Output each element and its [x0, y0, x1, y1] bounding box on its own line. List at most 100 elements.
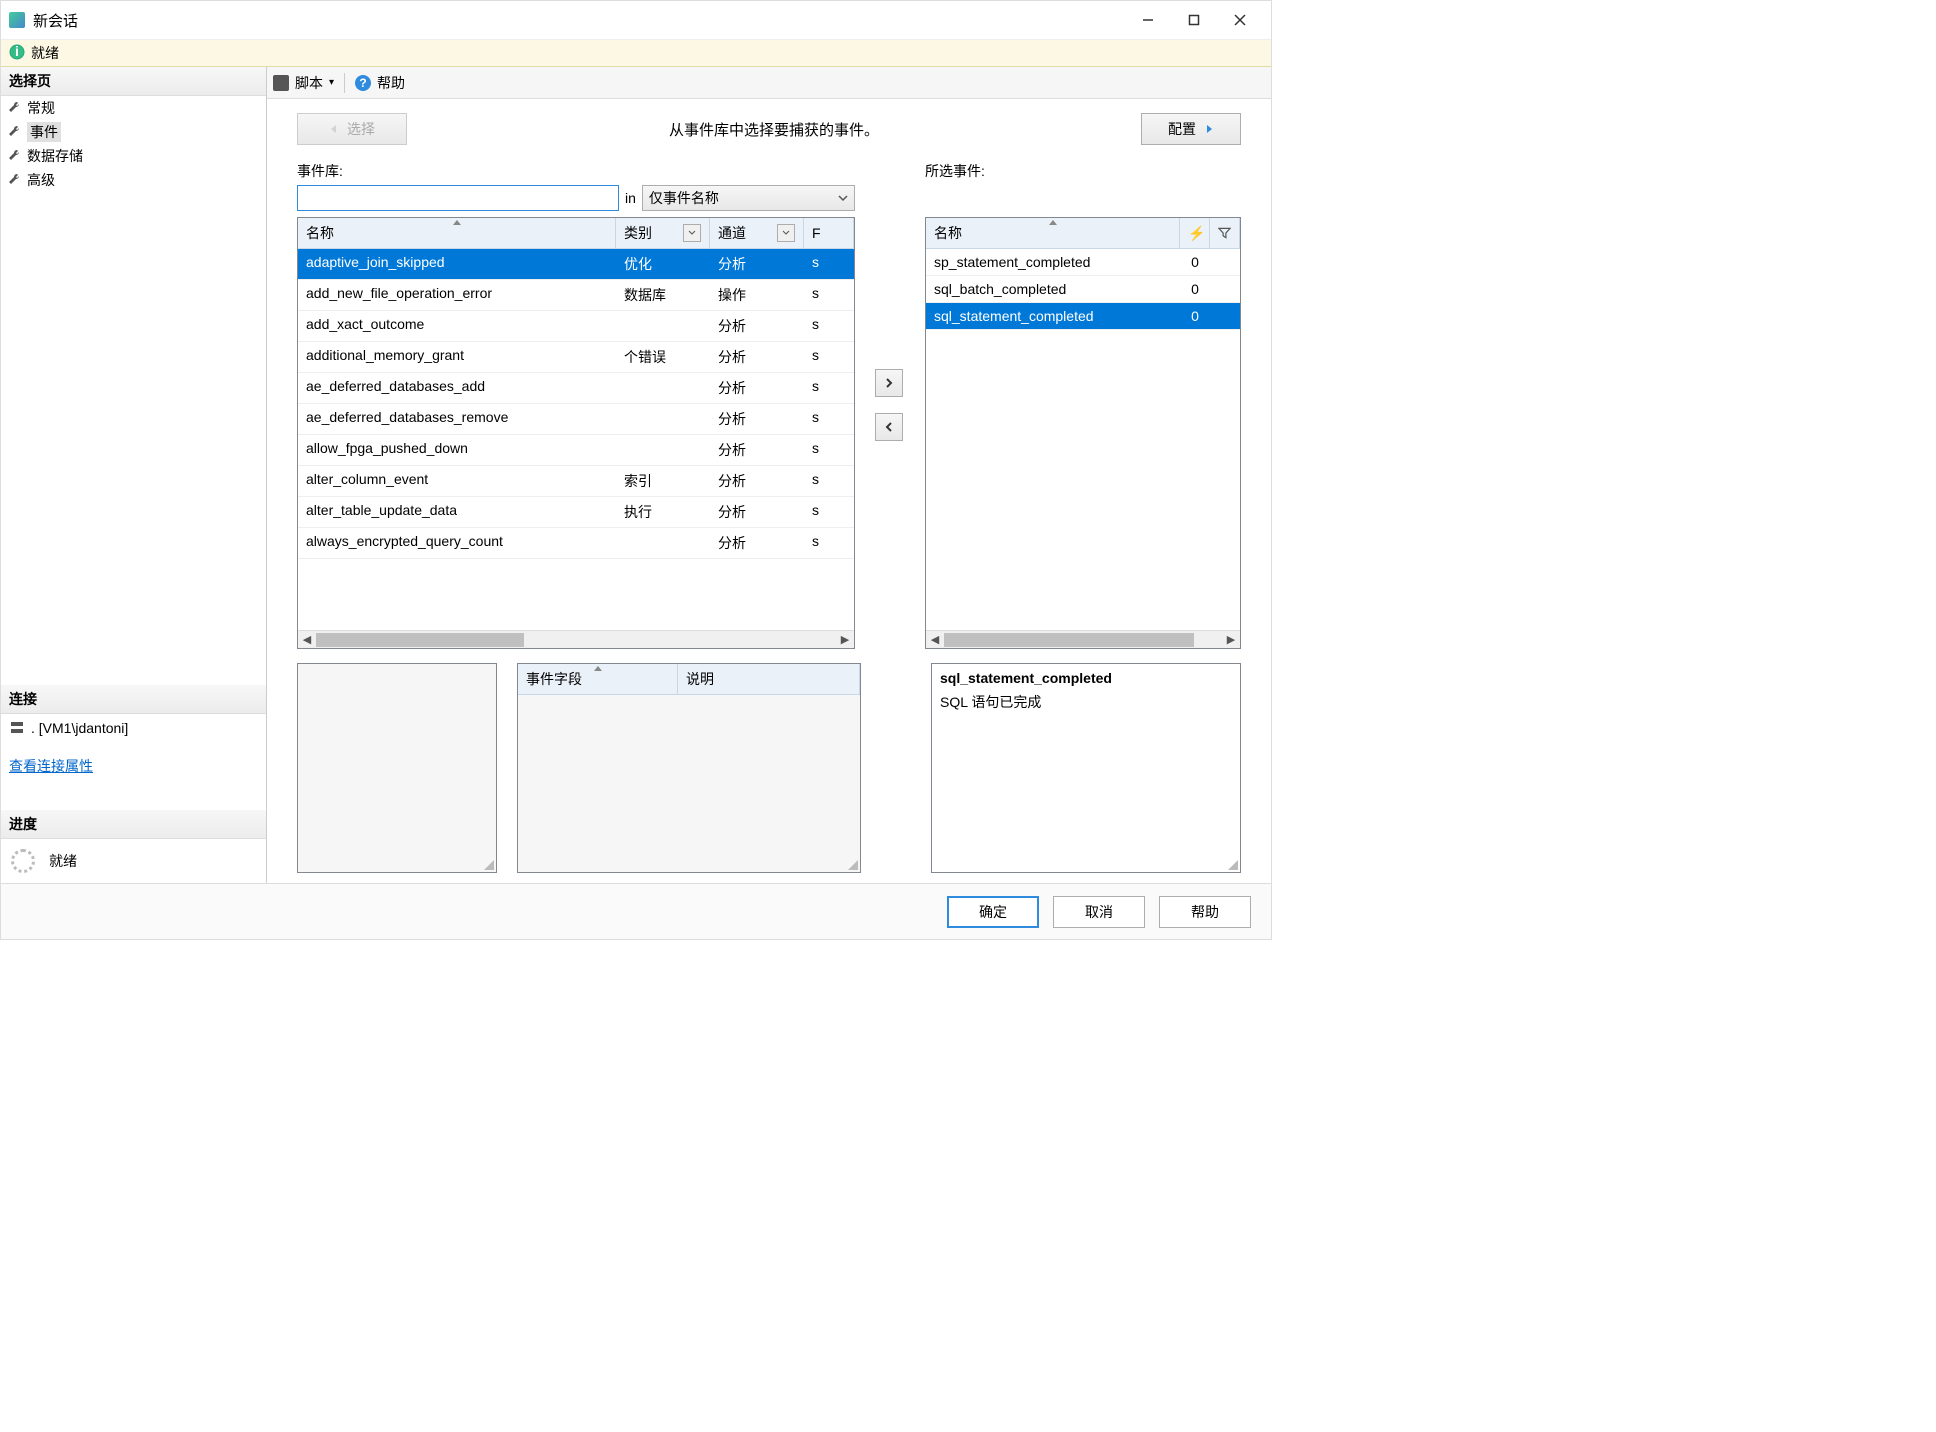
- help-button[interactable]: 帮助: [377, 73, 405, 93]
- detail-title: sql_statement_completed: [940, 670, 1232, 686]
- col-filter-icon[interactable]: [1210, 218, 1240, 248]
- horizontal-scrollbar[interactable]: ◀ ▶: [298, 630, 854, 648]
- grid-body[interactable]: adaptive_join_skipped优化分析sadd_new_file_o…: [298, 249, 854, 630]
- scroll-left-icon[interactable]: ◀: [298, 633, 316, 646]
- progress-section: 就绪: [1, 839, 266, 883]
- cell-channel: 分析: [710, 373, 804, 403]
- col-lightning-icon[interactable]: ⚡: [1180, 218, 1210, 248]
- table-row[interactable]: add_new_file_operation_error数据库操作s: [298, 280, 854, 311]
- nav-item-storage[interactable]: 数据存储: [1, 144, 266, 168]
- combo-value: 仅事件名称: [649, 188, 719, 208]
- chevron-down-icon: [838, 193, 848, 203]
- cell-category: 优化: [616, 249, 710, 279]
- content: 选择 从事件库中选择要捕获的事件。 配置 事件库: in: [267, 99, 1271, 883]
- col-name[interactable]: 名称: [926, 218, 1180, 248]
- scroll-right-icon[interactable]: ▶: [1222, 633, 1240, 646]
- status-bar: i 就绪: [1, 39, 1271, 67]
- cell-name: ae_deferred_databases_add: [298, 373, 616, 403]
- scroll-thumb[interactable]: [316, 633, 524, 647]
- move-buttons: [875, 161, 905, 649]
- table-row[interactable]: sql_statement_completed0: [926, 303, 1240, 330]
- ok-button[interactable]: 确定: [947, 896, 1039, 928]
- cell-count: 0: [1180, 303, 1210, 329]
- chevron-down-icon[interactable]: [683, 224, 701, 242]
- view-connection-link[interactable]: 查看连接属性: [9, 756, 93, 776]
- col-event-field[interactable]: 事件字段: [518, 664, 678, 694]
- table-row[interactable]: adaptive_join_skipped优化分析s: [298, 249, 854, 280]
- resize-grip-icon[interactable]: [1226, 858, 1238, 870]
- help-button[interactable]: 帮助: [1159, 896, 1251, 928]
- cell-channel: 分析: [710, 528, 804, 558]
- script-button[interactable]: 脚本: [295, 73, 323, 93]
- cancel-button[interactable]: 取消: [1053, 896, 1145, 928]
- wrench-icon: [7, 172, 21, 189]
- triangle-left-icon: [329, 124, 339, 134]
- col-extra[interactable]: F: [804, 218, 854, 248]
- resize-grip-icon[interactable]: [846, 858, 858, 870]
- footer: 确定 取消 帮助: [1, 883, 1271, 939]
- search-input[interactable]: [297, 185, 619, 211]
- name-filter-combo[interactable]: 仅事件名称: [642, 185, 855, 211]
- cell-channel: 分析: [710, 311, 804, 341]
- dialog-window: 新会话 i 就绪 选择页 常规 事件: [0, 0, 1272, 940]
- table-row[interactable]: always_encrypted_query_count分析s: [298, 528, 854, 559]
- horizontal-scrollbar[interactable]: ◀ ▶: [926, 630, 1240, 648]
- grid-header: 名称 类别 通道 F: [298, 218, 854, 249]
- table-row[interactable]: allow_fpga_pushed_down分析s: [298, 435, 854, 466]
- cell-channel: 分析: [710, 249, 804, 279]
- cell-category: [616, 528, 710, 558]
- info-icon: i: [9, 44, 25, 63]
- in-label: in: [625, 190, 636, 206]
- add-button[interactable]: [875, 369, 903, 397]
- col-name[interactable]: 名称: [298, 218, 616, 248]
- left-nav: 选择页 常规 事件 数据存储 高级 连接: [1, 67, 267, 883]
- lower-row: 事件字段 说明 sql_statement_completed SQL 语句已完…: [297, 663, 1241, 873]
- col-description[interactable]: 说明: [678, 664, 860, 694]
- table-row[interactable]: alter_column_event索引分析s: [298, 466, 854, 497]
- fields-header: 事件字段 说明: [518, 664, 860, 695]
- nav-item-events[interactable]: 事件: [1, 120, 266, 144]
- scroll-right-icon[interactable]: ▶: [836, 633, 854, 646]
- nav-item-advanced[interactable]: 高级: [1, 168, 266, 192]
- table-row[interactable]: sp_statement_completed0: [926, 249, 1240, 276]
- scroll-left-icon[interactable]: ◀: [926, 633, 944, 646]
- scroll-track[interactable]: [944, 633, 1222, 647]
- table-row[interactable]: additional_memory_grant个错误分析s: [298, 342, 854, 373]
- event-library-column: 事件库: in 仅事件名称 名称 类别: [297, 161, 855, 649]
- cell-name: ae_deferred_databases_remove: [298, 404, 616, 434]
- table-row[interactable]: sql_batch_completed0: [926, 276, 1240, 303]
- maximize-button[interactable]: [1171, 5, 1217, 35]
- wrench-icon: [7, 124, 21, 141]
- toolbar: 脚本 ▾ ? 帮助: [267, 67, 1271, 99]
- configure-button[interactable]: 配置: [1141, 113, 1241, 145]
- col-channel[interactable]: 通道: [710, 218, 804, 248]
- event-description-panel: sql_statement_completed SQL 语句已完成: [931, 663, 1241, 873]
- table-row[interactable]: ae_deferred_databases_remove分析s: [298, 404, 854, 435]
- toolbar-divider: [344, 73, 345, 93]
- scroll-track[interactable]: [316, 633, 836, 647]
- grid-body[interactable]: sp_statement_completed0sql_batch_complet…: [926, 249, 1240, 630]
- titlebar: 新会话: [1, 1, 1271, 39]
- progress-header: 进度: [1, 810, 266, 839]
- col-category[interactable]: 类别: [616, 218, 710, 248]
- chevron-down-icon[interactable]: [777, 224, 795, 242]
- close-button[interactable]: [1217, 5, 1263, 35]
- cell-name: additional_memory_grant: [298, 342, 616, 372]
- search-row: in 仅事件名称: [297, 185, 855, 211]
- table-row[interactable]: add_xact_outcome分析s: [298, 311, 854, 342]
- remove-button[interactable]: [875, 413, 903, 441]
- cell-category: [616, 311, 710, 341]
- cell-extra: s: [804, 249, 854, 279]
- selected-events-grid: 名称 ⚡ sp_statement_completed0sql_batch_co…: [925, 217, 1241, 649]
- cell-extra: s: [804, 404, 854, 434]
- table-row[interactable]: ae_deferred_databases_add分析s: [298, 373, 854, 404]
- table-row[interactable]: alter_table_update_data执行分析s: [298, 497, 854, 528]
- nav-item-general[interactable]: 常规: [1, 96, 266, 120]
- cell-channel: 分析: [710, 342, 804, 372]
- minimize-button[interactable]: [1125, 5, 1171, 35]
- content-mid: 事件库: in 仅事件名称 名称 类别: [297, 161, 1241, 649]
- script-dropdown[interactable]: ▾: [329, 77, 334, 88]
- resize-grip-icon[interactable]: [482, 858, 494, 870]
- cell-category: 数据库: [616, 280, 710, 310]
- scroll-thumb[interactable]: [944, 633, 1194, 647]
